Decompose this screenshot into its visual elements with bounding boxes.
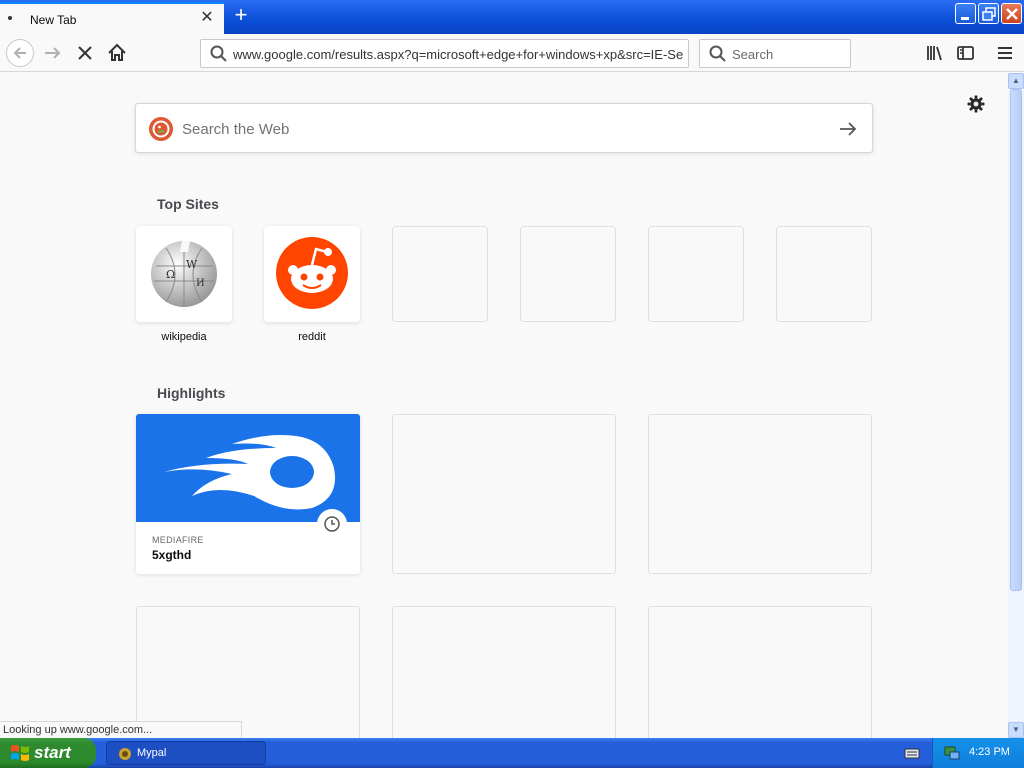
search-bar[interactable]: Search (699, 39, 851, 68)
stop-icon (78, 46, 92, 60)
top-site-empty (392, 226, 488, 322)
highlight-empty (648, 414, 872, 574)
nav-bar: www.google.com/results.aspx?q=microsoft+… (0, 34, 1024, 72)
library-icon (927, 46, 942, 61)
new-tab-page: Search the Web Top Sites Ω W И wikipedia (0, 73, 1008, 738)
web-search-placeholder: Search the Web (182, 121, 290, 138)
reddit-icon (276, 237, 348, 309)
url-bar[interactable]: www.google.com/results.aspx?q=microsoft+… (200, 39, 689, 68)
highlight-empty (136, 606, 360, 738)
search-submit-arrow-icon[interactable] (838, 119, 858, 139)
status-text: Looking up www.google.com... (0, 721, 242, 738)
minimize-icon (961, 17, 969, 20)
clock-icon (324, 516, 340, 532)
minimize-button[interactable] (955, 3, 976, 24)
highlight-empty (392, 414, 616, 574)
taskbar-item-mypal[interactable]: Mypal (106, 741, 266, 765)
restore-icon (982, 7, 996, 21)
library-button[interactable] (922, 41, 946, 65)
settings-gear-icon[interactable] (966, 94, 986, 114)
top-sites-heading: Top Sites (157, 196, 219, 212)
search-placeholder: Search (732, 47, 774, 62)
top-site-reddit[interactable] (264, 226, 360, 322)
web-search-box[interactable]: Search the Web (135, 103, 873, 153)
top-site-empty (648, 226, 744, 322)
tab-loading-icon (8, 16, 12, 20)
start-label: start (34, 743, 71, 762)
duckduckgo-icon (149, 117, 173, 141)
system-tray: 4:23 PM (932, 738, 1024, 768)
taskbar-item-label: Mypal (137, 747, 167, 759)
network-icon[interactable] (943, 744, 961, 762)
highlight-empty (392, 606, 616, 738)
mypal-app-icon (119, 748, 131, 760)
close-icon (1006, 8, 1018, 20)
svg-text:И: И (196, 278, 205, 289)
close-window-button[interactable] (1001, 3, 1022, 24)
stop-button[interactable] (73, 41, 97, 65)
tab-new-tab[interactable]: New Tab ✕ (0, 2, 224, 34)
top-site-empty (520, 226, 616, 322)
top-site-wikipedia[interactable]: Ω W И (136, 226, 232, 322)
restore-button[interactable] (978, 3, 999, 24)
new-tab-button[interactable]: + (230, 4, 252, 27)
mediafire-icon (136, 414, 360, 522)
top-site-label[interactable]: reddit (264, 331, 360, 343)
start-button[interactable]: start (0, 738, 96, 768)
taskbar: start Mypal 4:23 PM (0, 738, 1024, 768)
highlight-title: 5xgthd (152, 548, 192, 562)
sidebar-button[interactable] (954, 41, 978, 65)
scroll-down-button[interactable]: ▼ (1008, 722, 1024, 738)
top-site-label[interactable]: wikipedia (136, 331, 232, 343)
forward-button[interactable] (41, 41, 65, 65)
hamburger-menu-icon (998, 47, 1012, 59)
menu-button[interactable] (993, 41, 1017, 65)
svg-text:Ω: Ω (166, 268, 175, 281)
scrollbar-thumb[interactable] (1010, 89, 1022, 591)
sidebar-icon (957, 46, 974, 60)
highlight-host: MEDIAFIRE (152, 535, 204, 545)
highlight-empty (648, 606, 872, 738)
close-tab-button[interactable]: ✕ (199, 10, 215, 26)
scroll-up-button[interactable]: ▲ (1008, 73, 1024, 89)
url-text[interactable]: www.google.com/results.aspx?q=microsoft+… (233, 47, 685, 62)
home-icon (108, 43, 126, 61)
back-arrow-icon (13, 47, 26, 59)
top-site-empty (776, 226, 872, 322)
wikipedia-icon: Ω W И (151, 241, 217, 307)
highlights-heading: Highlights (157, 385, 226, 401)
clock: 4:23 PM (969, 746, 1010, 758)
highlight-card-mediafire[interactable]: MEDIAFIRE 5xgthd (136, 414, 360, 574)
title-bar: New Tab ✕ + (0, 0, 1024, 34)
history-badge (317, 509, 347, 539)
home-button[interactable] (105, 41, 129, 65)
tab-title: New Tab (30, 13, 77, 27)
svg-text:W: W (186, 258, 198, 271)
keyboard-icon[interactable] (904, 745, 920, 761)
search-icon (709, 45, 726, 62)
search-icon (210, 45, 227, 62)
back-button[interactable] (6, 39, 34, 67)
forward-arrow-icon (45, 47, 61, 59)
windows-logo-icon (11, 745, 29, 761)
